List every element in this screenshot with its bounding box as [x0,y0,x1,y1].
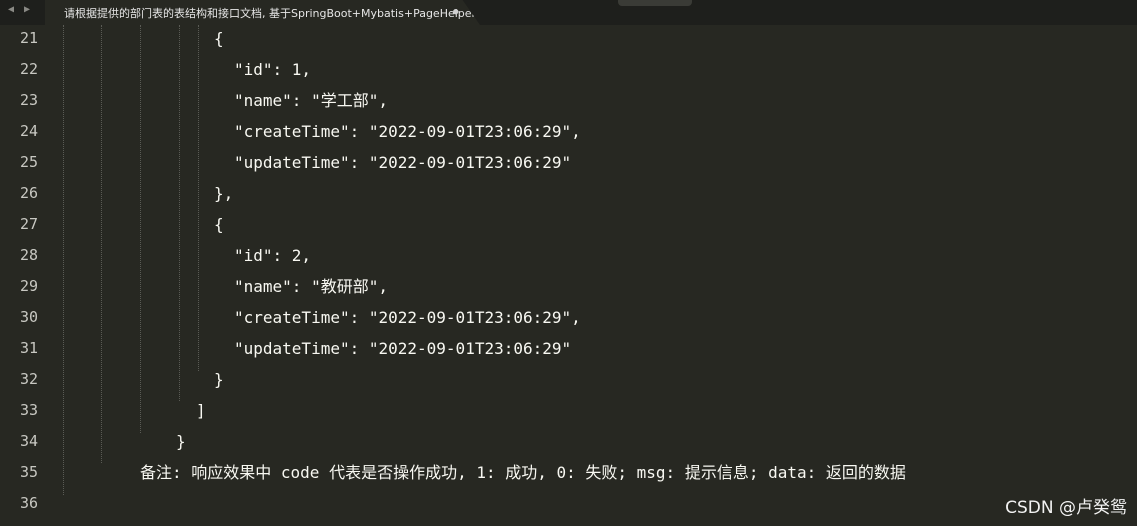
code-text: }, [214,184,234,203]
code-text: "updateTime": "2022-09-01T23:06:29" [234,153,572,172]
code-text: "createTime": "2022-09-01T23:06:29", [234,122,581,141]
code-line: 31 "updateTime": "2022-09-01T23:06:29" [0,333,1137,364]
code-line: 26 }, [0,178,1137,209]
line-number: 30 [19,308,38,326]
code-line: 28 "id": 2, [0,240,1137,271]
csdn-watermark: CSDN @卢癸鸳 [1005,498,1127,518]
code-line: 25 "updateTime": "2022-09-01T23:06:29" [0,147,1137,178]
line-number: 29 [19,277,38,295]
code-line: 36 [0,488,1137,519]
code-line: 29 "name": "教研部", [0,271,1137,302]
unsaved-dot-icon[interactable]: ● [453,7,458,17]
line-number: 26 [19,184,38,202]
tab-bar: ◀ ▶ 请根据提供的部门表的表结构和接口文档, 基于SpringBoot+Myb… [0,0,1137,25]
code-line: 35 备注: 响应效果中 code 代表是否操作成功, 1: 成功, 0: 失败… [0,457,1137,488]
code-text: } [176,432,186,451]
code-text: "createTime": "2022-09-01T23:06:29", [234,308,581,327]
background-tab[interactable] [618,0,692,6]
code-text: } [214,370,224,389]
line-number: 33 [19,401,38,419]
line-number: 36 [19,494,38,512]
line-number: 32 [19,370,38,388]
line-number: 31 [19,339,38,357]
code-text: { [214,29,224,48]
tab-title: 请根据提供的部门表的表结构和接口文档, 基于SpringBoot+Mybatis… [64,7,477,20]
code-line: 24 "createTime": "2022-09-01T23:06:29", [0,116,1137,147]
code-text: { [214,215,224,234]
code-text: ] [196,401,206,420]
line-number: 28 [19,246,38,264]
code-text: "id": 1, [234,60,312,79]
code-line: 30 "createTime": "2022-09-01T23:06:29", [0,302,1137,333]
code-line: 34 } [0,426,1137,457]
line-number: 24 [19,122,38,140]
code-line: 33 ] [0,395,1137,426]
code-line: 22 "id": 1, [0,54,1137,85]
code-text: 备注: 响应效果中 code 代表是否操作成功, 1: 成功, 0: 失败; m… [140,463,906,482]
line-number: 35 [19,463,38,481]
code-text: "updateTime": "2022-09-01T23:06:29" [234,339,572,358]
code-text: "name": "教研部", [234,277,388,296]
code-text: "name": "学工部", [234,91,388,110]
editor-tab[interactable]: 请根据提供的部门表的表结构和接口文档, 基于SpringBoot+Mybatis… [45,0,480,25]
line-number: 22 [19,60,38,78]
tab-nav-arrows-icon[interactable]: ◀ ▶ [8,4,32,15]
line-number: 23 [19,91,38,109]
line-number: 34 [19,432,38,450]
code-line: 23 "name": "学工部", [0,85,1137,116]
code-line: 27 { [0,209,1137,240]
code-editor[interactable]: 21 { 22 "id": 1, 23 "name": "学工部", 24 "c… [0,25,1137,526]
code-text: "id": 2, [234,246,312,265]
line-number: 25 [19,153,38,171]
code-line: 32 } [0,364,1137,395]
line-number: 21 [19,29,38,47]
line-number: 27 [19,215,38,233]
code-line: 21 { [0,23,1137,54]
